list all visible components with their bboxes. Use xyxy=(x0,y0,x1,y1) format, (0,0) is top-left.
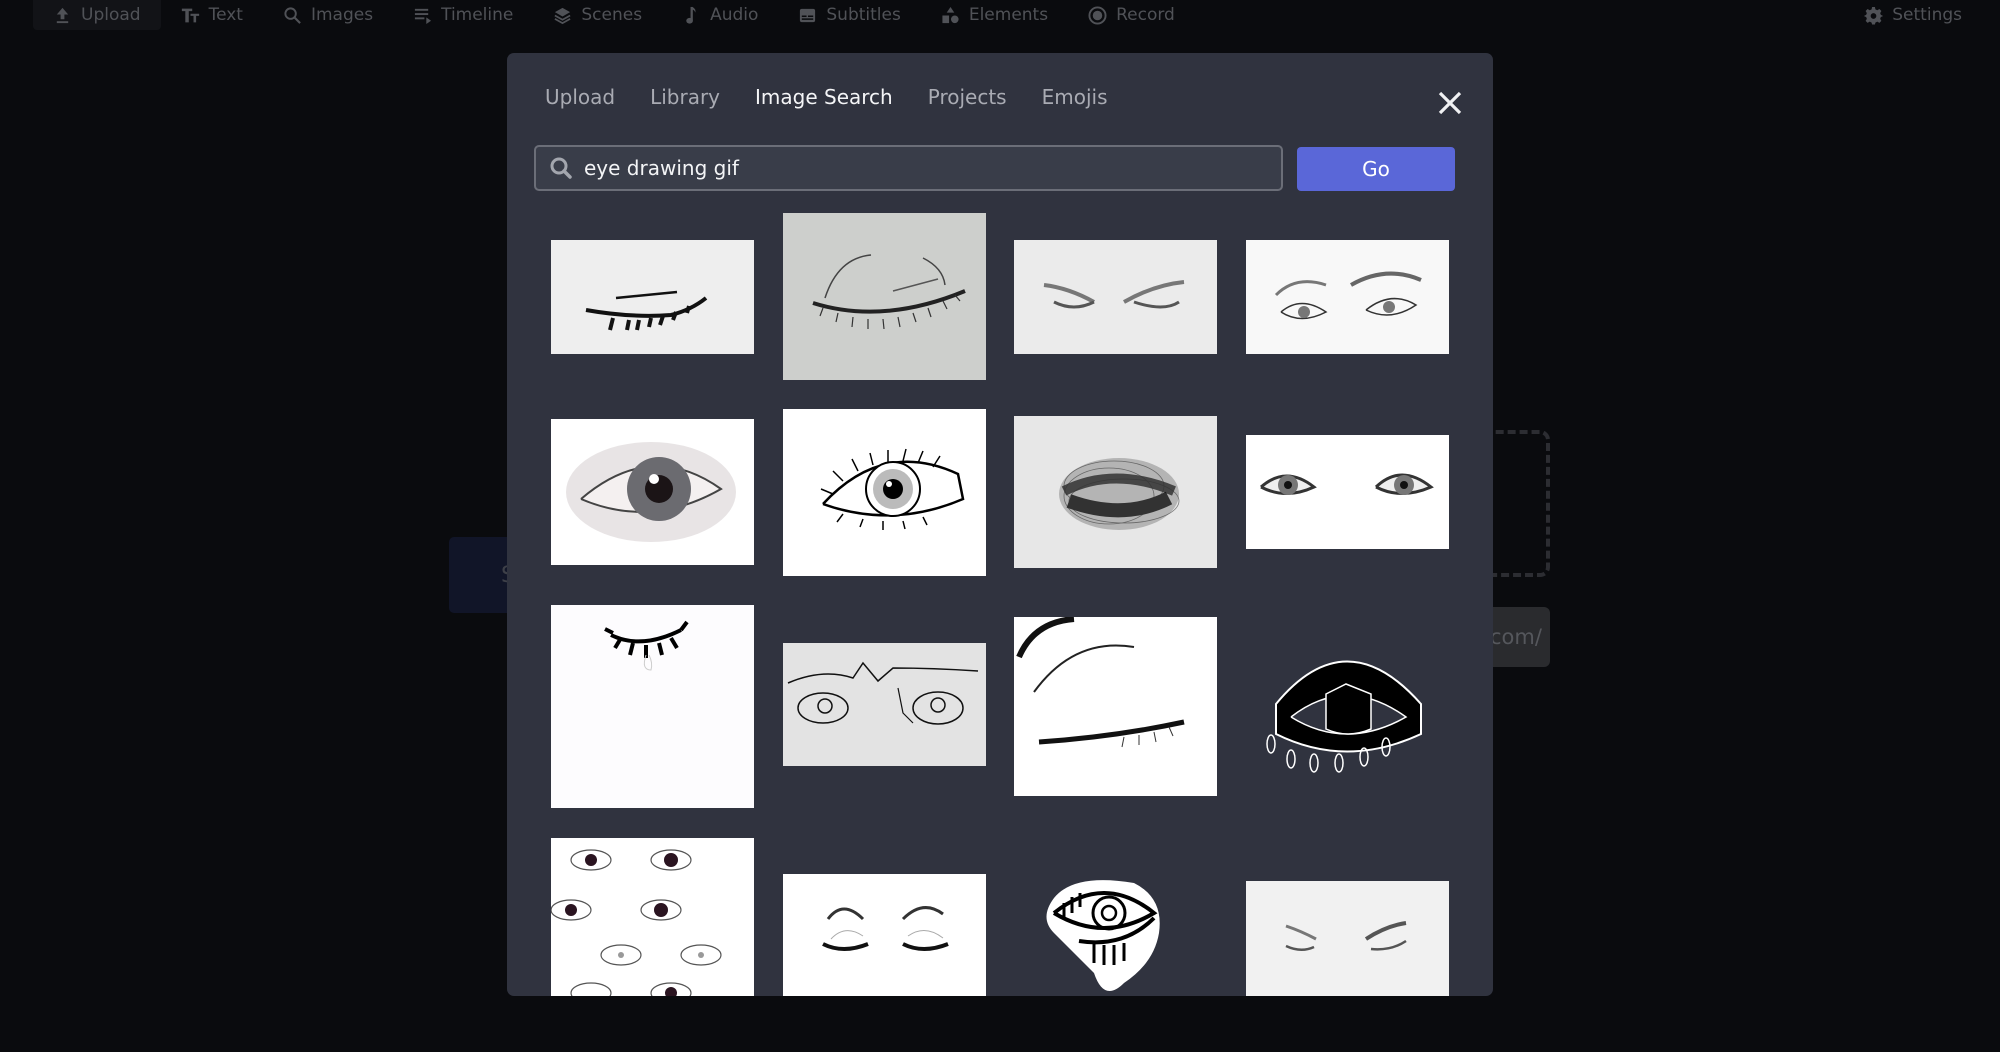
modal-tabs: Upload Library Image Search Projects Emo… xyxy=(545,85,1107,109)
result-image[interactable] xyxy=(1246,881,1449,996)
result-image[interactable] xyxy=(551,605,754,808)
nav-upload-label: Upload xyxy=(81,5,141,25)
result-image[interactable] xyxy=(551,419,754,565)
nav-timeline[interactable]: Timeline xyxy=(393,0,533,30)
close-icon xyxy=(1438,91,1462,115)
result-image[interactable] xyxy=(783,409,986,576)
nav-record[interactable]: Record xyxy=(1068,0,1195,30)
nav-upload[interactable]: Upload xyxy=(33,0,161,30)
gear-icon xyxy=(1864,6,1883,25)
nav-images[interactable]: Images xyxy=(263,0,393,30)
layers-icon xyxy=(554,7,571,24)
search-input[interactable] xyxy=(574,147,1281,189)
upload-icon xyxy=(56,7,69,23)
close-button[interactable] xyxy=(1434,87,1466,119)
nav-settings-label: Settings xyxy=(1892,5,1962,25)
tab-emojis[interactable]: Emojis xyxy=(1042,85,1108,109)
nav-scenes[interactable]: Scenes xyxy=(533,0,662,30)
search-icon xyxy=(284,6,301,24)
subtitles-icon xyxy=(800,8,816,22)
search-icon xyxy=(550,157,572,179)
nav-record-label: Record xyxy=(1116,5,1175,25)
go-button[interactable]: Go xyxy=(1297,147,1455,191)
tab-projects[interactable]: Projects xyxy=(928,85,1007,109)
nav-elements-label: Elements xyxy=(968,5,1049,25)
nav-images-label: Images xyxy=(310,5,374,25)
timeline-icon xyxy=(414,8,432,24)
media-modal: Upload Library Image Search Projects Emo… xyxy=(507,53,1493,996)
background-url-text: com/ xyxy=(1490,625,1542,649)
nav-settings[interactable]: Settings xyxy=(1844,0,1982,30)
result-image[interactable] xyxy=(1014,617,1217,796)
music-note-icon xyxy=(686,6,696,24)
nav-audio-label: Audio xyxy=(710,5,759,25)
nav-subtitles[interactable]: Subtitles xyxy=(778,0,920,30)
result-image[interactable] xyxy=(783,643,986,766)
result-image[interactable] xyxy=(1246,435,1449,549)
nav-audio[interactable]: Audio xyxy=(662,0,778,30)
result-image[interactable] xyxy=(1014,416,1217,568)
tab-library[interactable]: Library xyxy=(650,85,720,109)
tab-upload[interactable]: Upload xyxy=(545,85,615,109)
nav-text[interactable]: Text xyxy=(161,0,263,30)
shapes-icon xyxy=(942,6,959,23)
top-nav: Upload Text Images Timeline Scenes Audio… xyxy=(0,0,2000,30)
nav-scenes-label: Scenes xyxy=(581,5,643,25)
nav-text-label: Text xyxy=(208,5,243,25)
result-image[interactable] xyxy=(1014,240,1217,354)
text-icon xyxy=(181,8,199,22)
result-image[interactable] xyxy=(783,874,986,996)
nav-subtitles-label: Subtitles xyxy=(826,5,901,25)
search-field[interactable] xyxy=(534,145,1283,191)
result-image[interactable] xyxy=(783,213,986,380)
tab-image-search[interactable]: Image Search xyxy=(755,85,893,109)
nav-timeline-label: Timeline xyxy=(441,5,514,25)
nav-elements[interactable]: Elements xyxy=(921,0,1068,30)
record-icon xyxy=(1088,5,1107,25)
result-image[interactable] xyxy=(1014,873,1217,996)
result-image[interactable] xyxy=(551,240,754,354)
result-image[interactable] xyxy=(1246,240,1449,354)
result-image[interactable] xyxy=(551,838,754,996)
result-image[interactable] xyxy=(1246,639,1449,791)
